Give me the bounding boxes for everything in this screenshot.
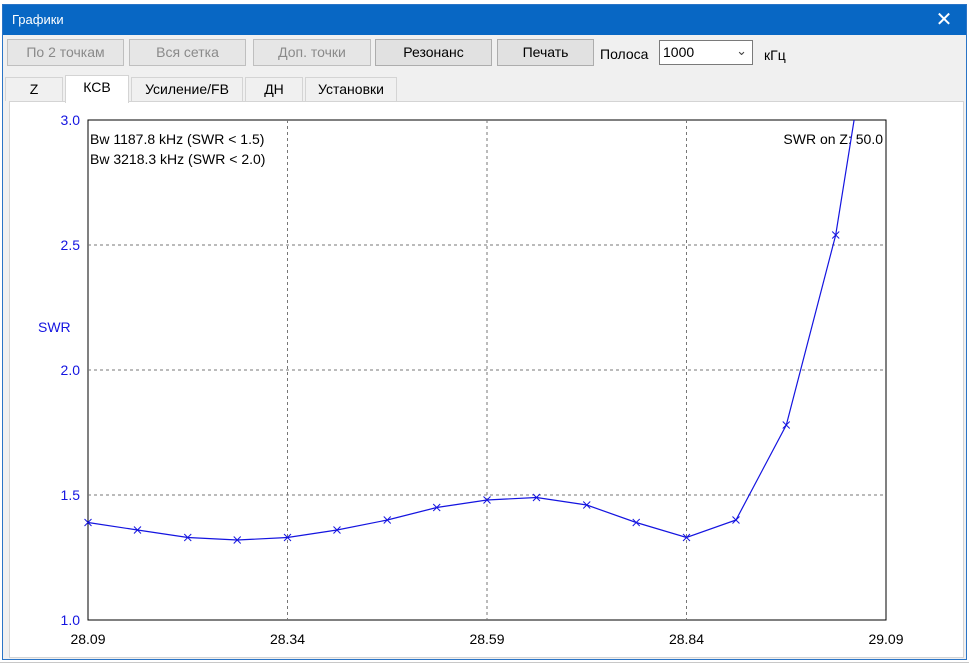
resonance-button[interactable]: Резонанс — [375, 39, 492, 66]
print-button[interactable]: Печать — [497, 39, 594, 66]
graphs-dialog: Графики ✕ По 2 точкам Вся сетка Доп. точ… — [2, 4, 967, 660]
y-tick-labels: 1.0 1.5 2.0 2.5 3.0 — [61, 112, 81, 628]
band-label: Полоса — [600, 46, 649, 62]
two-points-button[interactable]: По 2 точкам — [7, 39, 124, 66]
extra-points-button[interactable]: Доп. точки — [253, 39, 371, 66]
annotation-swr-on-z: SWR on Z: 50.0 — [783, 131, 883, 147]
full-grid-button[interactable]: Вся сетка — [129, 39, 246, 66]
band-value: 1000 — [663, 44, 695, 60]
chart-panel: 1.0 1.5 2.0 2.5 3.0 28.09 28.34 28.59 28.84 29.0… — [9, 101, 964, 658]
x-tick-label: 28.09 — [70, 631, 105, 647]
x-tick-label: 28.34 — [270, 631, 305, 647]
tab-swr[interactable]: КСВ — [65, 75, 129, 103]
swr-chart: 1.0 1.5 2.0 2.5 3.0 28.09 28.34 28.59 28.84 29.0… — [38, 112, 904, 647]
tab-settings[interactable]: Установки — [305, 77, 397, 101]
title-bar[interactable]: Графики ✕ — [3, 5, 966, 35]
y-tick-label: 2.0 — [61, 362, 81, 378]
toolbar: По 2 точкам Вся сетка Доп. точки Резонан… — [3, 35, 966, 71]
x-tick-label: 28.59 — [469, 631, 504, 647]
y-tick-label: 1.0 — [61, 612, 81, 628]
annotation-bw-1-5: Bw 1187.8 kHz (SWR < 1.5) — [90, 131, 264, 147]
window-title: Графики — [12, 12, 64, 27]
tab-z[interactable]: Z — [5, 77, 63, 101]
chevron-down-icon: ⌄ — [736, 43, 747, 58]
x-tick-label: 29.09 — [868, 631, 903, 647]
x-tick-label: 28.84 — [669, 631, 704, 647]
y-axis-label: SWR — [38, 319, 71, 335]
tab-pattern[interactable]: ДН — [245, 77, 303, 101]
x-tick-labels: 28.09 28.34 28.59 28.84 29.09 — [70, 631, 903, 647]
tab-gain-fb[interactable]: Усиление/FB — [131, 77, 243, 101]
unit-label: кГц — [764, 47, 786, 63]
close-button[interactable]: ✕ — [922, 5, 966, 35]
y-tick-label: 1.5 — [61, 487, 81, 503]
y-tick-label: 2.5 — [61, 237, 81, 253]
y-tick-label: 3.0 — [61, 112, 81, 128]
band-select[interactable]: 1000 ⌄ — [659, 40, 753, 65]
close-icon: ✕ — [935, 9, 953, 31]
annotation-bw-2-0: Bw 3218.3 kHz (SWR < 2.0) — [90, 151, 265, 167]
background-divider — [0, 662, 969, 663]
tab-strip: Z КСВ Усиление/FB ДН Установки — [5, 75, 966, 103]
